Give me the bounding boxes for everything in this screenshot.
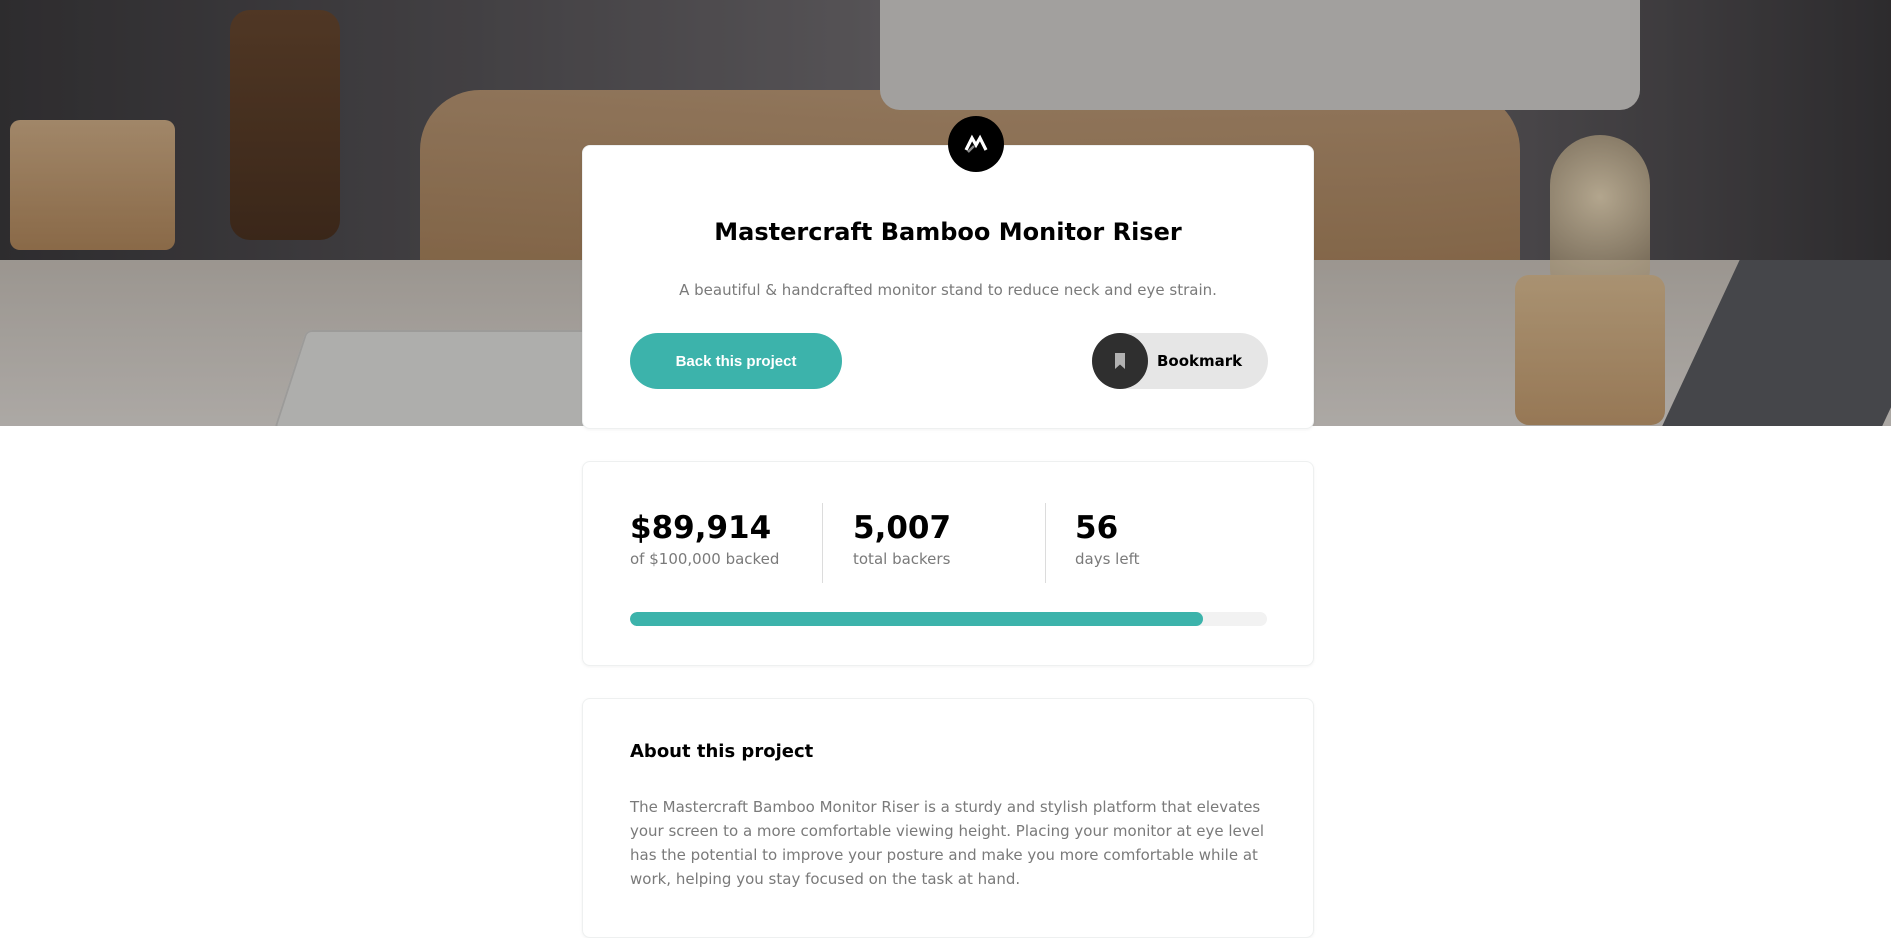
bookmark-icon [1115, 353, 1125, 369]
about-title: About this project [630, 741, 814, 762]
stats-card: $89,914 of $100,000 backed 5,007 total b… [582, 461, 1314, 666]
back-project-button[interactable]: Back this project [630, 333, 842, 389]
stat-backers-label: total backers [853, 550, 951, 568]
stat-backers-value: 5,007 [853, 510, 952, 546]
project-subtitle: A beautiful & handcrafted monitor stand … [679, 281, 1217, 299]
funding-progress-bar [630, 612, 1267, 626]
project-header-card: Mastercraft Bamboo Monitor Riser A beaut… [582, 116, 1314, 429]
stat-amount-label: of $100,000 backed [630, 550, 780, 568]
bookmark-label: Bookmark [1157, 352, 1243, 370]
stat-days: 56 days left [1075, 510, 1139, 568]
funding-progress-fill [630, 612, 1203, 626]
mastercraft-logo-icon [948, 116, 1004, 172]
stat-divider [1045, 503, 1046, 583]
project-title: Mastercraft Bamboo Monitor Riser [714, 218, 1182, 246]
about-card: About this project The Mastercraft Bambo… [582, 698, 1314, 938]
stat-days-label: days left [1075, 550, 1140, 568]
stat-amount: $89,914 of $100,000 backed [630, 510, 779, 568]
stat-days-value: 56 [1075, 510, 1119, 546]
bookmark-button[interactable]: Bookmark [1092, 333, 1268, 389]
bookmark-icon-circle [1092, 333, 1148, 389]
stat-amount-value: $89,914 [630, 510, 772, 546]
stat-backers: 5,007 total backers [853, 510, 951, 568]
back-project-label: Back this project [675, 352, 797, 370]
about-text: The Mastercraft Bamboo Monitor Riser is … [630, 798, 1264, 888]
stat-divider [822, 503, 823, 583]
